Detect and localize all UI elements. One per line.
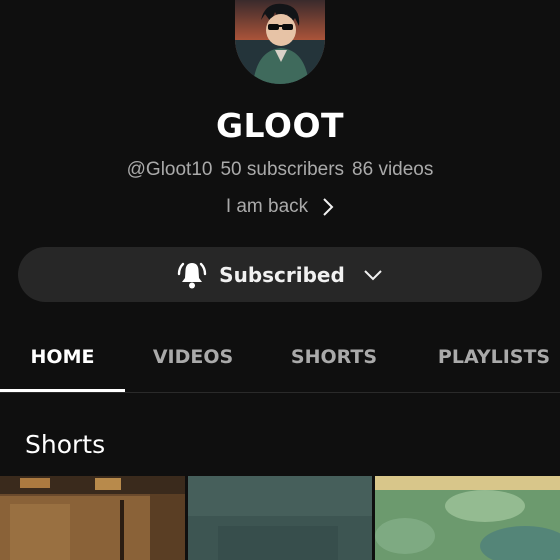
shorts-thumbnail[interactable] xyxy=(375,476,560,560)
subscribed-button[interactable]: Subscribed xyxy=(18,247,542,302)
subscriber-count: 50 subscribers xyxy=(220,159,345,180)
video-count: 86 videos xyxy=(352,159,434,180)
channel-avatar[interactable] xyxy=(235,0,325,84)
channel-meta: @Gloot10 50 subscribers 86 videos xyxy=(0,159,560,181)
channel-description[interactable]: I am back xyxy=(0,196,560,218)
shorts-thumbnail[interactable] xyxy=(188,476,372,560)
channel-tabs: HOME VIDEOS SHORTS PLAYLISTS xyxy=(0,330,560,393)
description-text: I am back xyxy=(225,196,309,217)
tab-videos[interactable]: VIDEOS xyxy=(130,330,256,390)
chevron-down-icon xyxy=(363,269,383,281)
channel-handle: @Gloot10 xyxy=(126,159,213,180)
active-tab-indicator xyxy=(0,389,125,392)
tab-shorts[interactable]: SHORTS xyxy=(270,330,398,390)
channel-name: GLOOT xyxy=(215,106,345,145)
tab-playlists[interactable]: PLAYLISTS xyxy=(424,330,560,390)
chevron-right-icon xyxy=(322,197,334,217)
tab-home[interactable]: HOME xyxy=(0,330,125,390)
channel-page: GLOOT @Gloot10 50 subscribers 86 videos I … xyxy=(0,0,560,560)
subscribed-label: Subscribed xyxy=(219,262,345,287)
shorts-thumbnail[interactable] xyxy=(0,476,185,560)
bell-ringing-icon xyxy=(177,259,207,291)
shorts-section-title: Shorts xyxy=(25,430,106,459)
